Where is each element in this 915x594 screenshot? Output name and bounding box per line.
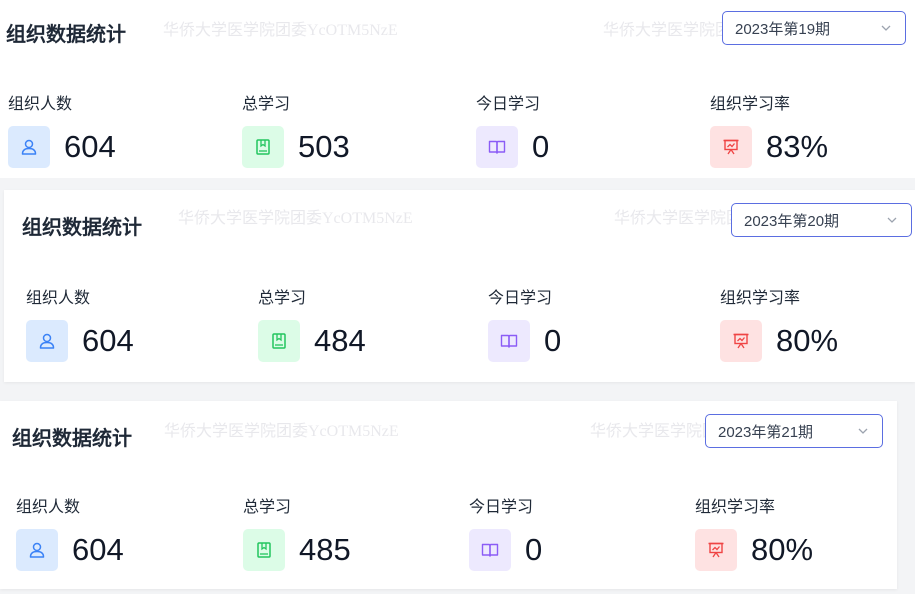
stat-label: 组织学习率 <box>720 290 801 307</box>
stat-value: 83% <box>766 129 829 164</box>
stat-value: 484 <box>314 323 366 358</box>
period-select-value: 2023年第19期 <box>735 20 831 38</box>
stats-panel-week-20: 华侨大学医学院团委YcOTM5NzE 华侨大学医学院团委YcOTM5NzE 组织… <box>4 190 915 382</box>
book-icon <box>242 126 284 168</box>
stat-total-study: 总学习 503 <box>242 90 350 168</box>
chevron-down-icon <box>887 217 897 223</box>
presentation-chart-icon <box>720 320 762 362</box>
stat-label: 组织人数 <box>16 499 81 516</box>
period-select[interactable]: 2023年第20期 <box>731 203 912 237</box>
open-book-icon <box>469 529 511 571</box>
stats-panel-week-19: 华侨大学医学院团委YcOTM5NzE 华侨大学医学院团委YcOTM5NzE 组织… <box>0 0 915 178</box>
stat-org-study-rate: 组织学习率 80% <box>720 284 838 362</box>
stat-value: 0 <box>532 129 550 164</box>
stat-label: 今日学习 <box>469 499 534 516</box>
stat-label: 组织人数 <box>8 96 73 113</box>
stat-value: 80% <box>776 323 839 358</box>
user-icon <box>16 529 58 571</box>
stat-value: 80% <box>751 532 814 567</box>
period-select-value: 2023年第20期 <box>744 212 840 230</box>
watermark: 华侨大学医学院团委YcOTM5NzE <box>164 423 399 440</box>
stat-value: 0 <box>525 532 543 567</box>
panel-title: 组织数据统计 <box>12 428 132 450</box>
open-book-icon <box>488 320 530 362</box>
stat-org-members: 组织人数 604 <box>26 284 134 362</box>
stat-label: 组织学习率 <box>695 499 776 516</box>
stat-label: 今日学习 <box>476 96 541 113</box>
open-book-icon <box>476 126 518 168</box>
watermark: 华侨大学医学院团委YcOTM5NzE <box>163 22 398 39</box>
stat-value: 485 <box>299 532 351 567</box>
stat-value: 604 <box>72 532 124 567</box>
panel-title: 组织数据统计 <box>22 217 142 239</box>
period-select-value: 2023年第21期 <box>718 423 814 441</box>
user-icon <box>26 320 68 362</box>
stat-label: 今日学习 <box>488 290 553 307</box>
stat-org-members: 组织人数 604 <box>16 493 124 571</box>
panel-title: 组织数据统计 <box>6 24 126 46</box>
user-icon <box>8 126 50 168</box>
watermark: 华侨大学医学院团委YcOTM5NzE <box>178 210 413 227</box>
stat-today-study: 今日学习 0 <box>476 90 549 168</box>
stat-label: 总学习 <box>243 499 292 516</box>
stat-value: 604 <box>82 323 134 358</box>
stat-total-study: 总学习 484 <box>258 284 366 362</box>
stat-label: 总学习 <box>242 96 291 113</box>
period-select[interactable]: 2023年第21期 <box>705 414 883 448</box>
stat-total-study: 总学习 485 <box>243 493 351 571</box>
stat-value: 0 <box>544 323 562 358</box>
stats-panel-week-21: 华侨大学医学院团委YcOTM5NzE 华侨大学医学院团委YcOTM5NzE 组织… <box>0 401 897 589</box>
book-icon <box>258 320 300 362</box>
stat-org-members: 组织人数 604 <box>8 90 116 168</box>
stat-value: 503 <box>298 129 350 164</box>
stat-label: 组织学习率 <box>710 96 791 113</box>
period-select[interactable]: 2023年第19期 <box>722 11 906 45</box>
stat-today-study: 今日学习 0 <box>488 284 561 362</box>
stat-label: 总学习 <box>258 290 307 307</box>
chevron-down-icon <box>858 428 868 434</box>
stat-org-study-rate: 组织学习率 80% <box>695 493 813 571</box>
presentation-chart-icon <box>695 529 737 571</box>
book-icon <box>243 529 285 571</box>
stat-label: 组织人数 <box>26 290 91 307</box>
stat-today-study: 今日学习 0 <box>469 493 542 571</box>
presentation-chart-icon <box>710 126 752 168</box>
stat-org-study-rate: 组织学习率 83% <box>710 90 828 168</box>
stat-value: 604 <box>64 129 116 164</box>
chevron-down-icon <box>881 25 891 31</box>
